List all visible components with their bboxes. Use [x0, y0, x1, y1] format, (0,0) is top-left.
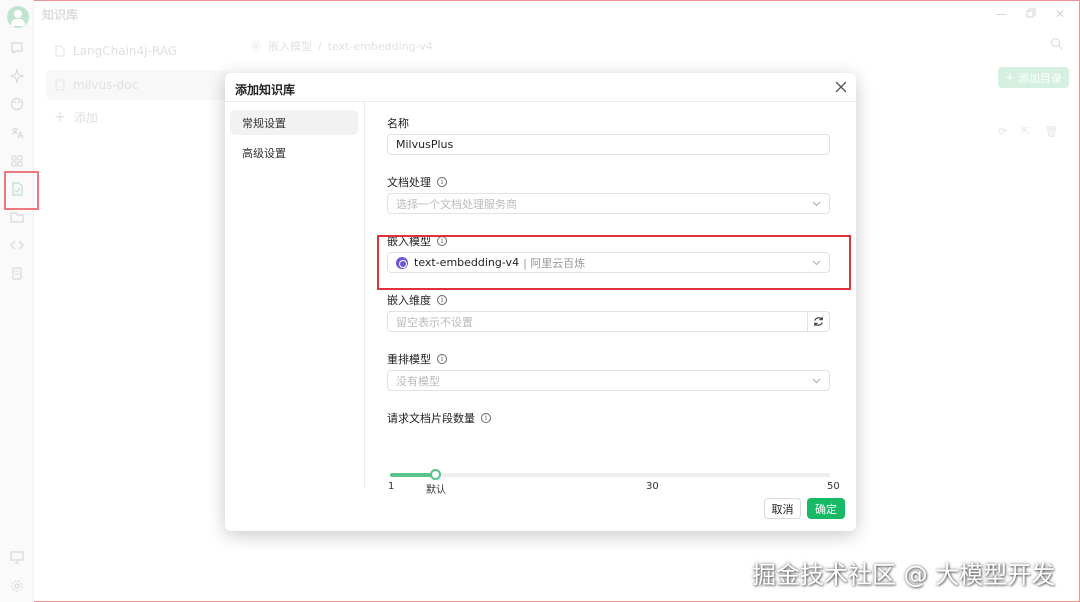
- tab-advanced-settings[interactable]: 高级设置: [230, 140, 358, 165]
- doc-processing-placeholder: 选择一个文档处理服务商: [396, 197, 517, 211]
- refresh-dimension-button[interactable]: [807, 311, 830, 332]
- chevron-down-icon: [812, 378, 821, 384]
- name-value: MilvusPlus: [396, 138, 454, 151]
- doc-processing-select[interactable]: 选择一个文档处理服务商: [387, 193, 830, 214]
- close-icon[interactable]: [833, 79, 849, 95]
- embedding-dimension-input[interactable]: 留空表示不设置: [387, 311, 808, 332]
- chevron-down-icon: [812, 201, 821, 207]
- slider-handle[interactable]: [430, 469, 441, 480]
- info-icon[interactable]: i: [481, 413, 491, 423]
- dialog-title: 添加知识库: [235, 83, 296, 97]
- cancel-button[interactable]: 取消: [764, 498, 801, 519]
- info-icon[interactable]: i: [437, 177, 447, 187]
- name-label: 名称: [387, 117, 409, 130]
- slider-fill: [390, 473, 435, 477]
- embedding-dimension-label: 嵌入维度 i: [387, 292, 447, 308]
- doc-processing-label: 文档处理 i: [387, 174, 447, 190]
- watermark: 掘金技术社区 @ 大模型开发: [752, 561, 1056, 589]
- doc-chunks-label: 请求文档片段数量 i: [387, 410, 491, 426]
- doc-chunks-slider[interactable]: [390, 469, 830, 480]
- embedding-model-highlight-box: [377, 235, 851, 290]
- rerank-model-placeholder: 没有模型: [396, 374, 440, 388]
- info-icon[interactable]: i: [437, 295, 447, 305]
- embedding-dimension-placeholder: 留空表示不设置: [396, 315, 473, 329]
- add-knowledge-base-dialog: 添加知识库 常规设置 高级设置 名称 MilvusPlus 文档处理 i 选择一个…: [225, 73, 856, 531]
- rerank-model-label: 重排模型 i: [387, 351, 447, 367]
- refresh-icon: [814, 316, 823, 327]
- settings-nav: 常规设置 高级设置: [225, 102, 365, 489]
- rerank-model-select[interactable]: 没有模型: [387, 370, 830, 391]
- dialog-footer: 取消 确定: [225, 489, 856, 531]
- tab-general-settings[interactable]: 常规设置: [230, 110, 358, 135]
- name-input[interactable]: MilvusPlus: [387, 134, 830, 155]
- info-icon[interactable]: i: [437, 354, 447, 364]
- confirm-button[interactable]: 确定: [807, 498, 845, 519]
- dialog-header: 添加知识库: [225, 73, 856, 102]
